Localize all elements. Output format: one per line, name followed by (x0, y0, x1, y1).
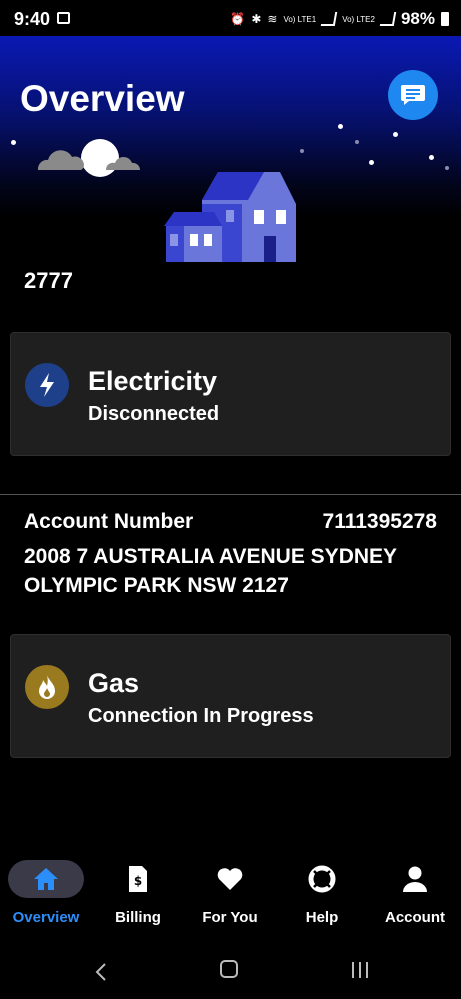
star (300, 149, 304, 153)
signal-icon (320, 12, 338, 26)
recent-apps-icon[interactable] (350, 961, 370, 979)
section-divider (0, 494, 461, 495)
network-2-label: Vo) LTE2 (342, 14, 375, 24)
wifi-icon: ≋ (267, 12, 278, 26)
nav-label: Overview (12, 909, 80, 926)
star (11, 140, 16, 145)
system-navigation-bar (0, 940, 461, 999)
moon-clouds-illustration (37, 139, 141, 177)
nav-for-you[interactable]: For You (184, 848, 276, 938)
bottom-navigation: Overview $ Billing For You Help Account (0, 848, 461, 938)
hero-banner: Overview 2777 (0, 36, 461, 296)
gas-icon-circle (25, 665, 69, 709)
service-status: Disconnected (88, 403, 220, 425)
heart-icon (217, 868, 243, 890)
star (338, 124, 343, 129)
electricity-service-card[interactable]: Electricity Disconnected (10, 332, 451, 456)
property-postcode: 2777 (24, 268, 73, 293)
home-button-icon[interactable] (220, 960, 238, 978)
service-name: Gas (88, 668, 140, 698)
chat-button[interactable] (388, 70, 438, 120)
bluetooth-icon: ✱ (251, 12, 262, 26)
star (355, 140, 359, 144)
lightning-bolt-icon (40, 373, 54, 397)
network-1-label: Vo) LTE1 (283, 14, 317, 24)
service-name: Electricity (88, 366, 218, 396)
svg-text:$: $ (134, 874, 142, 888)
gallery-icon (57, 12, 70, 24)
nav-label: Account (385, 909, 445, 926)
nav-label: Billing (115, 909, 161, 926)
status-bar: 9:40 ⏰ ✱ ≋ Vo) LTE1 Vo) LTE2 98% (0, 0, 461, 36)
nav-overview[interactable]: Overview (0, 848, 92, 938)
lifebuoy-icon (308, 865, 336, 893)
star (369, 160, 374, 165)
account-number-value: 7111395278 (322, 510, 437, 533)
nav-billing[interactable]: $ Billing (92, 848, 184, 938)
page-title: Overview (20, 78, 185, 119)
gas-service-card[interactable]: Gas Connection In Progress (10, 634, 451, 758)
service-status: Connection In Progress (88, 705, 314, 727)
nav-label: Help (305, 909, 339, 926)
battery-icon (441, 12, 449, 26)
star (429, 155, 434, 160)
nav-help[interactable]: Help (276, 848, 368, 938)
status-time: 9:40 (14, 9, 51, 29)
signal-icon (379, 12, 397, 26)
status-indicators: ⏰ ✱ ≋ Vo) LTE1 Vo) LTE2 98% (230, 9, 449, 29)
service-address: 2008 7 AUSTRALIA AVENUE SYDNEY OLYMPIC P… (24, 545, 397, 597)
star (445, 166, 449, 170)
account-number-label: Account Number (24, 510, 194, 533)
star (393, 132, 398, 137)
back-icon[interactable] (94, 962, 108, 982)
battery-level: 98% (400, 9, 435, 28)
house-illustration (164, 172, 296, 262)
nav-label: For You (202, 909, 258, 926)
flame-icon (39, 675, 55, 699)
person-icon (403, 866, 427, 892)
nav-account[interactable]: Account (369, 848, 461, 938)
chat-bubble-icon (401, 85, 425, 105)
home-icon (34, 868, 58, 890)
alarm-icon: ⏰ (230, 12, 246, 26)
bill-icon: $ (129, 866, 147, 892)
electricity-icon-circle (25, 363, 69, 407)
